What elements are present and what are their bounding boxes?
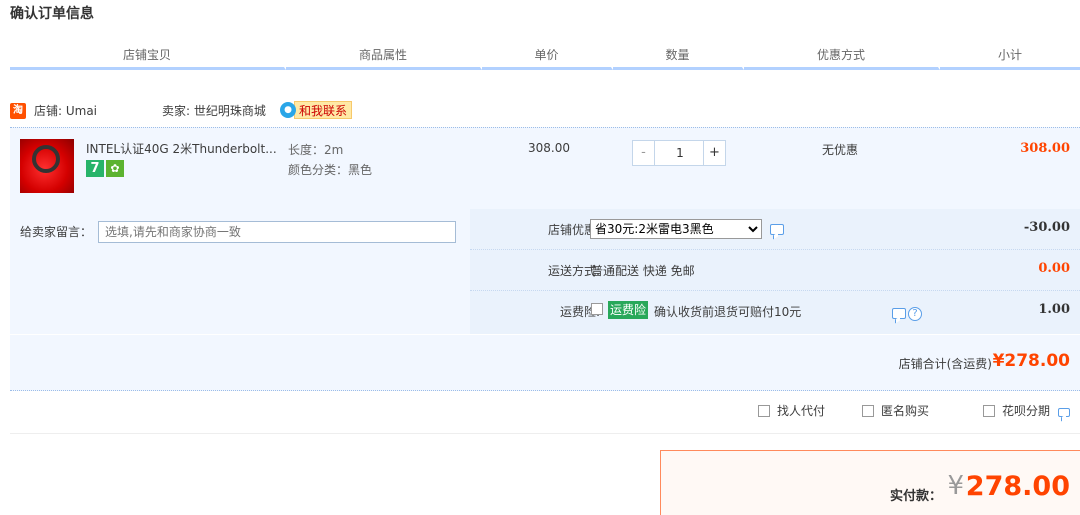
coupon-amount: -30.00 xyxy=(1023,220,1070,235)
anonymous-option[interactable]: 匿名购买 xyxy=(862,404,929,420)
shipping-row: 运送方式: 普通配送 快递 免邮 0.00 xyxy=(470,250,1080,291)
payment-amount: 278.00 xyxy=(965,471,1070,502)
column-header-shop-item: 店铺宝贝 xyxy=(10,40,286,70)
page-title: 确认订单信息 xyxy=(10,6,94,22)
huabei-checkbox[interactable] xyxy=(983,405,995,417)
proxy-pay-option[interactable]: 找人代付 xyxy=(758,404,825,420)
huabei-label: 花呗分期 xyxy=(1002,404,1051,418)
order-item-row: INTEL认证40G 2米Thunderbolt... 7 ✿ 长度：2m 颜色… xyxy=(10,127,1080,209)
proxy-pay-label: 找人代付 xyxy=(777,404,826,418)
huabei-info-icon[interactable] xyxy=(1057,408,1070,417)
insurance-checkbox[interactable] xyxy=(591,303,603,315)
quantity-input[interactable]: 1 xyxy=(656,141,704,165)
shop-total-row: 店铺合计(含运费) ¥278.00 xyxy=(10,334,1080,391)
payment-label: 实付款： xyxy=(889,489,942,504)
quantity-stepper: - 1 + xyxy=(632,140,726,166)
anonymous-checkbox[interactable] xyxy=(862,405,874,417)
coupon-select[interactable]: 省30元:2米雷电3黑色 xyxy=(590,219,762,239)
payment-summary: 实付款： ¥ 278.00 xyxy=(660,450,1080,515)
contact-seller-label: 和我联系 xyxy=(294,101,353,119)
column-header-unit-price: 单价 xyxy=(482,40,613,70)
shop-row: 淘 店铺: Umai 卖家: 世纪明珠商城 和我联系 ● xyxy=(10,100,1080,122)
shipping-amount: 0.00 xyxy=(1038,261,1070,276)
order-options-block: 给卖家留言： 店铺优惠: 省30元:2米雷电3黑色 -30.00 运送方式: 普… xyxy=(10,209,1080,391)
shop-total-amount: ¥278.00 xyxy=(992,351,1070,371)
column-header-attributes: 商品属性 xyxy=(286,40,482,70)
seller-message-label: 给卖家留言： xyxy=(20,225,93,239)
shipping-method: 普通配送 快递 免邮 xyxy=(591,264,695,278)
attribute-color: 颜色分类：黑色 xyxy=(288,163,373,177)
insurance-badge: 运费险 xyxy=(608,301,649,319)
huabei-option[interactable]: 花呗分期 xyxy=(983,404,1070,420)
quantity-increase-button[interactable]: + xyxy=(703,141,725,165)
seller-message-area: 给卖家留言： xyxy=(10,209,470,334)
discount-method: 无优惠 xyxy=(822,143,859,157)
product-title-link[interactable]: INTEL认证40G 2米Thunderbolt... xyxy=(86,140,277,157)
attribute-length: 长度：2m xyxy=(288,143,344,157)
shop-options: 店铺优惠: 省30元:2米雷电3黑色 -30.00 运送方式: 普通配送 快递 … xyxy=(470,209,1080,334)
column-header-discount: 优惠方式 xyxy=(744,40,940,70)
column-header-subtotal: 小计 xyxy=(940,40,1080,70)
coupon-info-icon[interactable] xyxy=(770,224,784,235)
proxy-pay-checkbox[interactable] xyxy=(758,405,770,417)
insurance-help-icon[interactable]: ? xyxy=(908,307,922,321)
shop-name-link[interactable]: 店铺: Umai xyxy=(34,100,97,122)
taobao-shop-icon: 淘 xyxy=(10,103,26,119)
extra-options: 找人代付 匿名购买 花呗分期 xyxy=(10,392,1080,434)
column-headers: 店铺宝贝 商品属性 单价 数量 优惠方式 小计 xyxy=(10,40,1080,70)
unit-price: 308.00 xyxy=(528,141,570,155)
seller-message-input[interactable] xyxy=(98,221,456,243)
insurance-amount: 1.00 xyxy=(1038,302,1070,317)
seven-day-return-icon[interactable]: 7 xyxy=(86,160,104,177)
cable-ring-icon xyxy=(32,145,60,173)
consumer-guarantee-icon[interactable]: ✿ xyxy=(106,160,124,177)
shipping-insurance-row: 运费险: 运费险 确认收货前退货可赔付10元 ? 1.00 xyxy=(470,291,1080,334)
anonymous-label: 匿名购买 xyxy=(881,404,930,418)
insurance-description: 确认收货前退货可赔付10元 xyxy=(654,305,802,319)
insurance-chat-icon[interactable] xyxy=(892,308,906,319)
shop-total-label: 店铺合计(含运费) xyxy=(898,357,992,371)
coupon-row: 店铺优惠: 省30元:2米雷电3黑色 -30.00 xyxy=(470,209,1080,250)
item-subtotal: 308.00 xyxy=(1020,141,1070,156)
wangwang-icon: ● xyxy=(280,102,296,118)
column-header-quantity: 数量 xyxy=(613,40,744,70)
product-thumbnail[interactable] xyxy=(20,139,74,193)
payment-currency: ¥ xyxy=(947,471,964,501)
quantity-decrease-button[interactable]: - xyxy=(633,141,655,165)
seller-name[interactable]: 卖家: 世纪明珠商城 xyxy=(162,100,266,122)
